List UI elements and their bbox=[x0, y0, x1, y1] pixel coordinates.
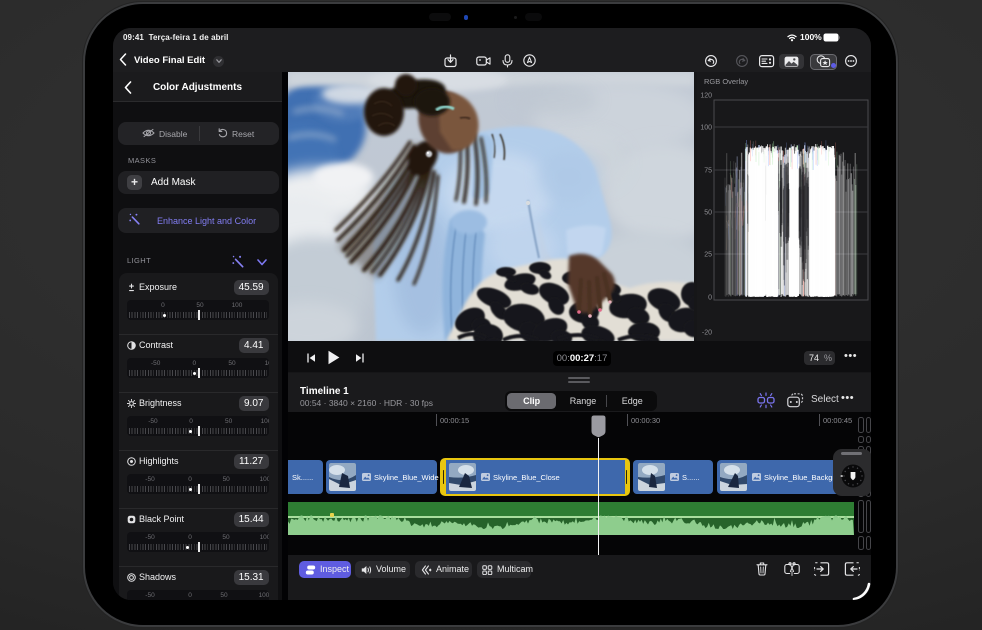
svg-text:0: 0 bbox=[708, 295, 712, 302]
svg-text:75: 75 bbox=[704, 168, 712, 175]
svg-text:50: 50 bbox=[704, 210, 712, 217]
svg-text:25: 25 bbox=[704, 252, 712, 259]
svg-text:100: 100 bbox=[700, 125, 712, 132]
svg-text:-20: -20 bbox=[702, 330, 712, 337]
svg-text:120: 120 bbox=[700, 93, 712, 100]
